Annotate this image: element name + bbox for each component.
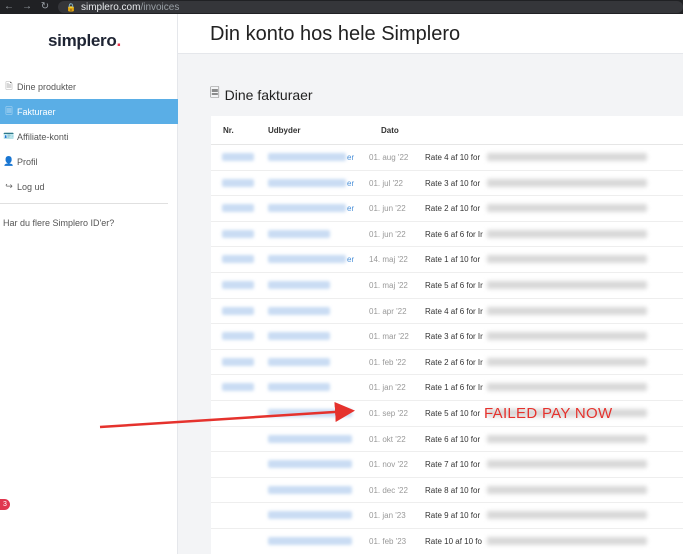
red-arrow-annotation	[99, 401, 355, 429]
